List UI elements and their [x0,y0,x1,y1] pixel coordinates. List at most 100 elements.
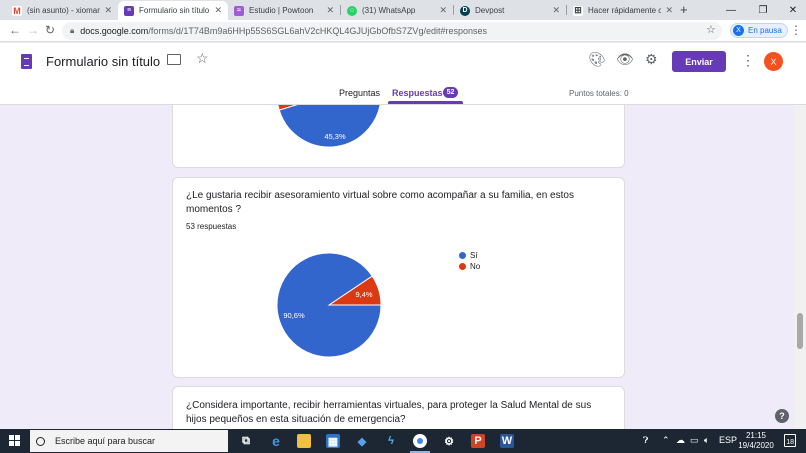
tab-label: Estudio | Powtoon [249,6,314,15]
profile-button[interactable]: X En pausa [730,23,788,38]
preview-eye-icon[interactable]: 👁︎ [616,51,634,68]
chrome-icon[interactable] [413,434,427,448]
google-forms-logo-icon[interactable] [21,54,32,69]
browser-toolbar: ← → ↻ 🔒︎ docs.google.com/forms/d/1T74Bm9… [0,20,806,42]
google-forms-icon: ≡ [124,5,134,16]
notifications-icon[interactable]: 18 [784,434,796,447]
windows-taskbar: Escribe aquí para buscar ⧉ e ▦ ◆ ϟ ⚙ P W… [0,429,806,453]
bookmark-icon: ⊞ [573,5,583,16]
close-icon[interactable]: ✕ [439,5,447,16]
settings-gear-icon[interactable]: ⚙ [645,51,658,68]
pie-slice-label: 45,3% [324,132,346,141]
whatsapp-icon: ○ [347,5,357,16]
tab-bookmark[interactable]: ⊞ Hacer rápidamente cap ✕ [567,1,679,20]
close-icon[interactable]: ✕ [552,5,560,16]
help-tray-icon[interactable]: ❓︎ [643,435,648,446]
profile-status: En pausa [748,26,782,35]
pie-chart-slices [276,252,382,358]
legend-swatch [459,252,466,259]
palette-icon[interactable]: 🎨︎ [588,51,606,68]
url-path: /forms/d/1T74Bm9a6HHp55S6SGL6ahV2cHKQL4G… [148,26,487,36]
scrollbar-thumb[interactable] [797,313,803,349]
clock-time: 21:15 [745,431,767,440]
bookmark-star-icon[interactable]: ☆ [706,23,716,36]
tab-label: Formulario sin título - ( [139,6,210,15]
tab-label: Hacer rápidamente cap [588,6,662,15]
close-icon[interactable]: ✕ [326,5,334,16]
dropbox-icon[interactable]: ◆ [355,434,369,448]
windows-start-icon[interactable] [9,435,21,447]
tab-questions[interactable]: Preguntas [339,88,380,98]
task-view-icon[interactable]: ⧉ [239,434,253,448]
file-explorer-icon[interactable] [297,434,311,448]
edge-icon[interactable]: e [269,433,283,449]
question-card: ¿Le gustaria recibir asesoramiento virtu… [172,177,625,378]
tab-label: (sin asunto) - xiomaraa [27,6,100,15]
close-icon[interactable]: ✕ [665,5,673,16]
close-icon[interactable]: ✕ [214,5,222,16]
minimize-icon[interactable]: — [716,0,746,20]
help-icon[interactable]: ? [775,409,789,423]
responses-count-badge: 52 [443,87,458,98]
user-avatar[interactable]: X [764,52,783,71]
new-tab-button[interactable]: + [680,2,688,17]
pie-chart: 90,6% 9,4% [276,252,382,358]
browser-tab-strip: M (sin asunto) - xiomaraa ✕ ≡ Formulario… [0,0,806,20]
legend-swatch [459,263,466,270]
address-bar[interactable]: 🔒︎ docs.google.com/forms/d/1T74Bm9a6HHp5… [62,22,722,40]
show-hidden-icons[interactable]: ⌃ [662,435,670,446]
more-options-icon[interactable]: ⋮ [741,52,755,69]
reload-icon[interactable]: ↻ [45,23,55,37]
form-title[interactable]: Formulario sin título [46,54,160,69]
taskbar-search-placeholder: Escribe aquí para buscar [55,436,156,446]
legend-item: Sí [459,250,480,261]
question-card: ¿Considera importante, recibir herramien… [172,386,625,429]
close-icon[interactable]: ✕ [104,5,112,16]
question-title: ¿Considera importante, recibir herramien… [186,400,592,425]
page-scrollbar[interactable] [794,105,806,429]
settings-icon[interactable]: ⚙ [442,434,456,448]
word-icon[interactable]: W [500,434,514,448]
profile-avatar: X [733,25,744,36]
tab-whatsapp[interactable]: ○ (31) WhatsApp ✕ [341,1,453,20]
url-host: docs.google.com [80,26,149,36]
send-button[interactable]: Enviar [672,51,726,72]
pie-slice-sí [276,252,382,358]
lock-icon: 🔒︎ [70,26,75,35]
powerpoint-icon[interactable]: P [471,434,485,448]
powtoon-icon: ≈ [234,5,244,16]
app-bolt-icon[interactable]: ϟ [384,434,398,448]
forward-icon[interactable]: → [27,23,39,37]
active-tab-indicator [388,101,463,104]
legend-item: No [459,261,480,272]
pie-chart: 45,3% [277,105,381,148]
legend-label: No [470,262,481,271]
star-icon[interactable]: ☆ [196,50,209,67]
back-icon[interactable]: ← [9,23,21,37]
tab-devpost[interactable]: D Devpost ✕ [454,1,566,20]
total-points: Puntos totales: 0 [569,89,629,98]
battery-icon[interactable]: ▭ [690,435,699,446]
folder-icon[interactable] [167,54,181,65]
question-card: 45,3% [172,105,625,168]
store-icon[interactable]: ▦ [326,434,340,448]
tab-gmail[interactable]: M (sin asunto) - xiomaraa ✕ [6,1,118,20]
responses-content: 45,3% ¿Le gustaria recibir asesoramiento… [0,105,794,429]
maximize-icon[interactable]: ❐ [748,0,778,20]
clock-date: 19/4/2020 [738,441,774,450]
close-window-icon[interactable]: ✕ [778,0,806,20]
chart-legend: Sí No [459,250,480,272]
cloud-icon[interactable]: ☁ [676,435,685,446]
devpost-icon: D [460,5,470,16]
tab-responses[interactable]: Respuestas [392,88,443,98]
pie-slice-label: 9,4% [355,290,372,299]
taskbar-search[interactable]: Escribe aquí para buscar [30,430,228,452]
gmail-icon: M [12,5,22,16]
volume-icon[interactable]: 🔈︎ [704,435,709,446]
tab-forms[interactable]: ≡ Formulario sin título - ( ✕ [118,1,228,20]
language-indicator[interactable]: ESP [719,435,737,445]
tab-powtoon[interactable]: ≈ Estudio | Powtoon ✕ [228,1,340,20]
legend-label: Sí [470,251,478,260]
browser-menu-icon[interactable]: ⋮ [790,23,802,37]
taskbar-clock[interactable]: 21:15 19/4/2020 [738,431,774,451]
